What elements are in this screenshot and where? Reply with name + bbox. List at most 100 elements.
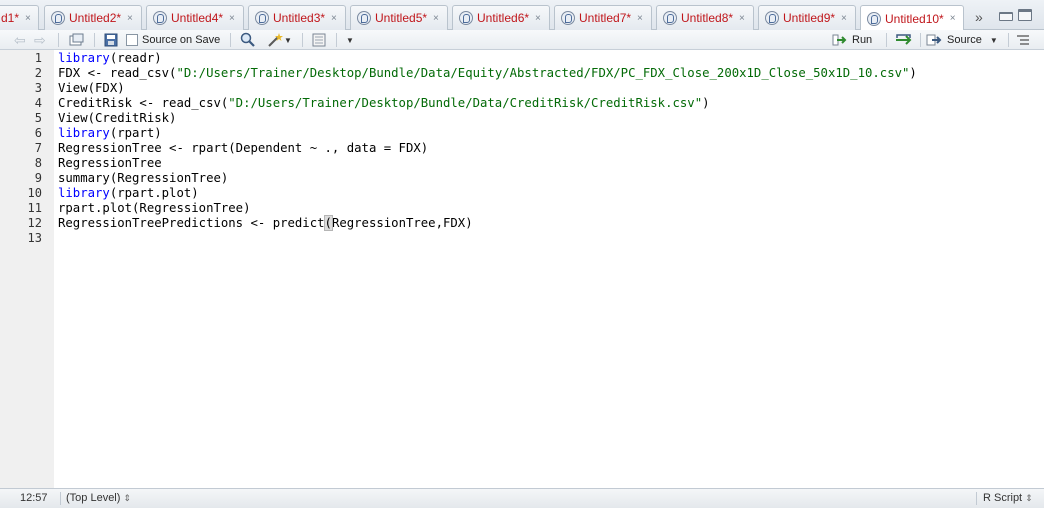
code-line[interactable]: RegressionTreePredictions <- predict(Reg… [58, 215, 473, 231]
code-token: View(CreditRisk) [58, 111, 177, 125]
toolbar-separator [94, 33, 95, 47]
source-label: Source [947, 34, 982, 46]
tab-untitled2[interactable]: Untitled2* × [44, 5, 142, 30]
close-icon[interactable]: × [229, 13, 235, 24]
close-icon[interactable]: × [331, 13, 337, 24]
close-icon[interactable]: × [25, 13, 31, 24]
code-line[interactable]: CreditRisk <- read_csv("D:/Users/Trainer… [58, 96, 710, 110]
tab-bar: d1* × Untitled2* × Untitled4* × Untitled3* × Unt… [0, 0, 1044, 31]
status-separator [976, 492, 977, 505]
code-line[interactable]: RegressionTree [58, 156, 162, 170]
chevron-down-icon: ▼ [989, 35, 998, 45]
code-line[interactable]: View(CreditRisk) [58, 111, 176, 125]
code-line[interactable]: summary(RegressionTree) [58, 171, 228, 185]
keyword-token: library [58, 126, 110, 140]
compile-report-button[interactable] [312, 32, 326, 48]
r-script-icon [561, 11, 575, 25]
run-button[interactable]: Run [832, 32, 872, 48]
cursor-position: 12:57 [20, 492, 48, 504]
back-button[interactable]: ⇦ [14, 32, 26, 48]
close-icon[interactable]: × [637, 13, 643, 24]
outline-button[interactable] [1016, 32, 1030, 48]
show-in-window-icon [69, 33, 84, 46]
tab-label: Untitled2* [69, 11, 122, 25]
line-number: 7 [34, 141, 42, 155]
show-in-window-button[interactable] [68, 32, 84, 48]
close-icon[interactable]: × [739, 13, 745, 24]
tab-label: Untitled7* [579, 11, 632, 25]
code-line[interactable]: rpart.plot(RegressionTree) [58, 201, 251, 215]
r-script-icon [357, 11, 371, 25]
source-on-save-label: Source on Save [142, 34, 221, 46]
save-button[interactable] [104, 32, 118, 48]
line-number: 1 [34, 51, 42, 65]
code-line[interactable]: View(FDX) [58, 81, 125, 95]
tab-untitled4[interactable]: Untitled4* × [146, 5, 244, 30]
source-on-save-toggle[interactable]: Source on Save [126, 32, 220, 48]
find-replace-button[interactable] [240, 32, 256, 48]
code-token: (readr) [109, 51, 162, 65]
close-icon[interactable]: × [433, 13, 439, 24]
status-separator [60, 492, 61, 505]
close-icon[interactable]: × [535, 13, 541, 24]
r-script-icon [153, 11, 167, 25]
close-icon[interactable]: × [127, 13, 133, 24]
source-on-save-checkbox[interactable] [126, 34, 138, 46]
scope-label: (Top Level) [66, 492, 121, 504]
run-arrow-icon [832, 34, 847, 46]
line-number: 10 [27, 186, 42, 200]
code-tools-button[interactable]: ▼ [266, 32, 292, 48]
code-token: rpart.plot(RegressionTree) [58, 201, 251, 215]
code-line[interactable]: library(rpart.plot) [58, 186, 199, 200]
arrow-right-icon: ⇨ [34, 31, 46, 48]
code-line[interactable]: FDX <- read_csv("D:/Users/Trainer/Deskto… [58, 66, 917, 80]
code-line[interactable]: library(rpart) [58, 126, 162, 140]
editor-toolbar: ⇦ ⇨ Source on Save ▼ ▼ Run Source ▼ [0, 30, 1044, 50]
more-options-button[interactable]: ▼ [346, 32, 354, 48]
minimize-icon[interactable] [999, 12, 1013, 21]
r-script-icon [459, 11, 473, 25]
notebook-icon [312, 33, 326, 47]
line-number: 2 [34, 66, 42, 80]
tab-untitled7[interactable]: Untitled7* × [554, 5, 652, 30]
close-icon[interactable]: × [950, 13, 956, 24]
source-button[interactable]: Source ▼ [926, 32, 998, 48]
code-token: RegressionTree,FDX) [331, 216, 473, 230]
line-number: 8 [34, 156, 42, 170]
rerun-icon [896, 34, 912, 45]
tab-label: Untitled4* [171, 11, 224, 25]
tab-untitled6[interactable]: Untitled6* × [452, 5, 550, 30]
line-number: 13 [27, 231, 42, 245]
document-outline-icon [1017, 35, 1029, 45]
rerun-button[interactable] [894, 32, 914, 48]
toolbar-separator [886, 33, 887, 47]
tab-untitled8[interactable]: Untitled8* × [656, 5, 754, 30]
toolbar-separator [336, 33, 337, 47]
line-number: 5 [34, 111, 42, 125]
line-number: 11 [27, 201, 42, 215]
close-icon[interactable]: × [841, 13, 847, 24]
scope-selector[interactable]: (Top Level) ⇕ [66, 492, 131, 504]
maximize-icon[interactable] [1018, 9, 1032, 21]
toolbar-separator [302, 33, 303, 47]
tab-untitled3[interactable]: Untitled3* × [248, 5, 346, 30]
tab-untitled10[interactable]: Untitled10* × [860, 5, 964, 31]
magnifier-icon [240, 32, 255, 47]
code-token: View(FDX) [58, 81, 125, 95]
tab-d1[interactable]: d1* × [0, 5, 39, 30]
toolbar-separator [1008, 33, 1009, 47]
save-icon [104, 33, 118, 47]
code-editor[interactable]: 1 2 3 4 5 6 7 8 9 10 11 12 13 library(readr) FDX <- r… [0, 50, 1044, 488]
forward-button[interactable]: ⇨ [34, 32, 46, 48]
code-line[interactable]: RegressionTree <- rpart(Dependent ~ ., d… [58, 141, 428, 155]
tab-overflow-icon[interactable]: » [975, 9, 983, 25]
line-number: 4 [34, 96, 42, 110]
tab-untitled9[interactable]: Untitled9* × [758, 5, 856, 30]
tab-label: Untitled8* [681, 11, 734, 25]
tab-label: Untitled9* [783, 11, 836, 25]
file-type-selector[interactable]: R Script ⇕ [983, 492, 1033, 504]
line-number: 12 [27, 216, 42, 230]
code-line[interactable]: library(readr) [58, 51, 162, 65]
source-icon [926, 34, 942, 46]
tab-untitled5[interactable]: Untitled5* × [350, 5, 448, 30]
